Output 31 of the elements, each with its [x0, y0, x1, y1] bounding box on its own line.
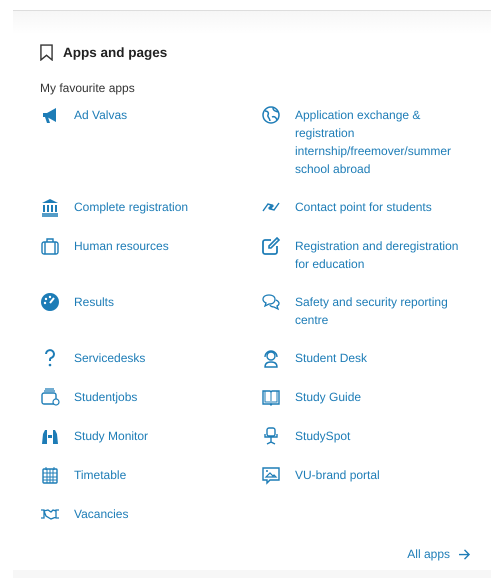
app-link[interactable]: Study Monitor: [40, 427, 261, 446]
globe-icon: [261, 105, 281, 125]
app-link[interactable]: Servicedesks: [40, 349, 261, 368]
image-icon: [261, 465, 281, 485]
bank-icon: [40, 197, 60, 217]
section-title: Apps and pages: [63, 45, 168, 60]
app-link[interactable]: Human resources: [40, 237, 261, 256]
app-link[interactable]: Results: [40, 293, 261, 312]
gauge-icon: [40, 292, 60, 312]
app-link[interactable]: Student Desk: [261, 349, 461, 368]
app-link[interactable]: Timetable: [40, 466, 261, 485]
calendar-icon: [40, 465, 60, 485]
briefcase-icon: [40, 236, 60, 256]
all-apps-link[interactable]: All apps: [407, 547, 471, 561]
app-link[interactable]: Complete registration: [40, 198, 261, 217]
bookmark-icon: [40, 44, 53, 61]
app-link[interactable]: Studentjobs: [40, 388, 261, 407]
app-link[interactable]: Application exchange & registration internship/freemover/summer school abroad: [261, 106, 461, 178]
app-link[interactable]: Contact point for students: [261, 198, 461, 217]
app-link[interactable]: Safety and security reporting centre: [261, 293, 461, 329]
wallet-icon: [40, 387, 60, 407]
app-link[interactable]: Vacancies: [40, 505, 261, 524]
arrow-right-icon: [458, 548, 471, 560]
edit-icon: [261, 236, 281, 256]
app-link[interactable]: Ad Valvas: [40, 106, 261, 125]
app-link[interactable]: Study Guide: [261, 388, 461, 407]
app-link[interactable]: VU-brand portal: [261, 466, 461, 485]
app-link[interactable]: StudySpot: [261, 427, 461, 446]
section-subtitle: My favourite apps: [40, 81, 136, 95]
chat-icon: [261, 292, 281, 312]
app-link[interactable]: Registration and deregistration for education: [261, 237, 461, 273]
